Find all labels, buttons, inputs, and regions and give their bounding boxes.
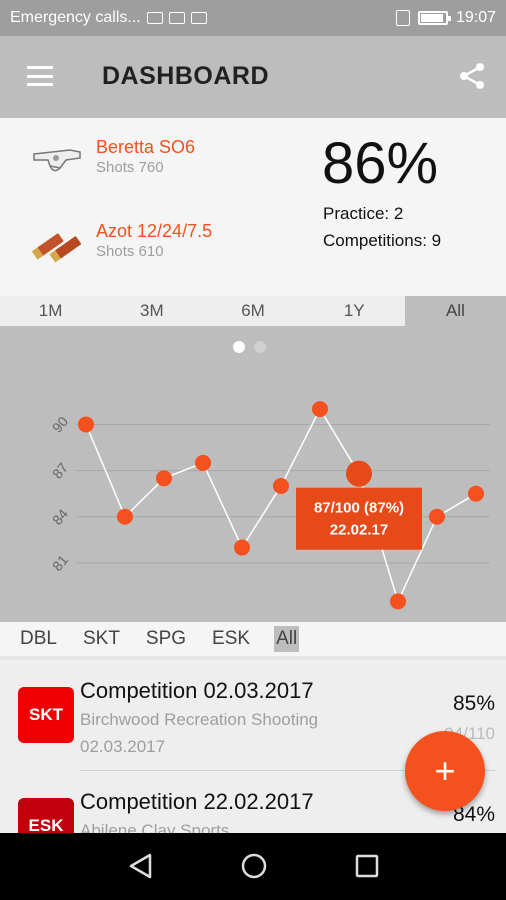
- nav-buttons: [115, 843, 379, 889]
- period-tabs: 1M 3M 6M 1Y All: [0, 296, 506, 326]
- back-icon[interactable]: [115, 843, 165, 889]
- y-tick-label: 84: [49, 506, 71, 528]
- navigation-bar: [0, 833, 506, 900]
- data-point[interactable]: [429, 508, 445, 525]
- image-icon: [168, 12, 185, 24]
- event-location: Abilene Clay Sports: [80, 821, 230, 833]
- event-location: Birchwood Recreation Shooting: [80, 710, 319, 729]
- event-date: 02.03.2017: [80, 737, 166, 756]
- status-bar: Emergency calls... 19:07: [0, 0, 506, 36]
- filter-skt[interactable]: SKT: [81, 626, 122, 652]
- y-tick-label: 90: [49, 413, 71, 435]
- add-button[interactable]: +: [405, 731, 485, 811]
- data-point[interactable]: [312, 401, 328, 418]
- line-chart[interactable]: 81 84 87 90 87/100 (87%) 22.02.17: [0, 326, 506, 622]
- app-bar: DASHBOARD: [0, 36, 506, 118]
- event-percent: 85%: [452, 692, 495, 715]
- event-title: Competition 02.03.2017: [80, 678, 314, 703]
- competitions-count: Competitions: 9: [323, 231, 442, 250]
- keyboard-icon-2: [190, 12, 207, 24]
- shotgun-icon: [33, 149, 81, 172]
- filter-esk[interactable]: ESK: [210, 626, 252, 652]
- tab-3m[interactable]: 3M: [101, 296, 202, 326]
- score-chart[interactable]: 81 84 87 90 87/100 (87%) 22.02.17: [0, 326, 506, 622]
- y-tick-label: 87: [49, 459, 71, 481]
- shells-icon: [31, 233, 82, 263]
- page-dot[interactable]: [233, 341, 245, 353]
- data-point[interactable]: [468, 485, 484, 502]
- data-point[interactable]: [195, 454, 211, 471]
- discipline-filter: DBL SKT SPG ESK All: [0, 622, 506, 656]
- tooltip: [296, 487, 422, 550]
- data-point[interactable]: [117, 508, 133, 525]
- hamburger-menu-icon[interactable]: [27, 66, 53, 86]
- tooltip-date: 22.02.17: [330, 522, 388, 539]
- keyboard-icon: [146, 12, 163, 24]
- overall-percentage: 86%: [322, 131, 439, 196]
- tab-6m[interactable]: 6M: [202, 296, 303, 326]
- data-point[interactable]: [390, 593, 406, 610]
- gun-shots: Shots 760: [96, 159, 164, 176]
- filter-dbl[interactable]: DBL: [18, 626, 59, 652]
- data-point[interactable]: [273, 478, 289, 494]
- ammo-shots: Shots 610: [96, 243, 164, 260]
- gun-item[interactable]: Beretta SO6 Shots 760: [30, 136, 195, 180]
- gun-name: Beretta SO6: [96, 137, 196, 157]
- tab-1m[interactable]: 1M: [0, 296, 101, 326]
- tooltip-score: 87/100 (87%): [314, 500, 404, 517]
- discipline-badge: SKT: [18, 687, 74, 743]
- ammo-item[interactable]: Azot 12/24/7.5 Shots 610: [30, 220, 212, 264]
- status-time: 19:07: [455, 9, 496, 26]
- home-icon[interactable]: [241, 853, 267, 879]
- add-icon: +: [434, 750, 456, 791]
- event-title: Competition 22.02.2017: [80, 789, 314, 814]
- sim-icon: [395, 10, 410, 26]
- battery-icon: [417, 11, 451, 25]
- status-notification: Emergency calls...: [10, 9, 141, 26]
- filter-all[interactable]: All: [274, 626, 300, 652]
- data-point[interactable]: [346, 460, 372, 487]
- page-dot[interactable]: [254, 341, 266, 353]
- data-point[interactable]: [234, 539, 250, 556]
- filter-spg[interactable]: SPG: [144, 626, 188, 652]
- discipline-badge: ESK: [18, 798, 74, 833]
- summary-panel: Beretta SO6 Shots 760 Azot 12/24/7.5 Sho…: [0, 118, 506, 296]
- data-point[interactable]: [78, 416, 94, 433]
- y-tick-label: 81: [49, 552, 71, 574]
- page-title: DASHBOARD: [102, 62, 269, 90]
- tab-all[interactable]: All: [404, 296, 506, 326]
- ammo-name: Azot 12/24/7.5: [96, 221, 213, 241]
- data-point[interactable]: [156, 470, 172, 487]
- share-icon[interactable]: [458, 62, 486, 90]
- practice-count: Practice: 2: [323, 204, 404, 223]
- recents-icon[interactable]: [355, 854, 379, 878]
- tab-1y[interactable]: 1Y: [304, 296, 405, 326]
